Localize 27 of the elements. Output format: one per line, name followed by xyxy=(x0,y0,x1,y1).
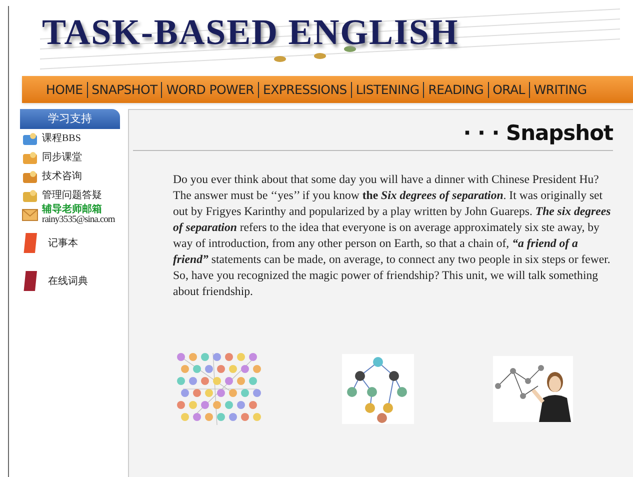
nav-link[interactable]: READING xyxy=(423,82,488,98)
nav-link[interactable]: ORAL xyxy=(488,82,529,98)
sidebar-heading: 学习支持 xyxy=(20,109,120,129)
sidebar-link[interactable]: 记事本 xyxy=(48,236,78,250)
mailbox-label: 辅导老师邮箱 xyxy=(42,204,103,214)
nav-link[interactable]: WRITING xyxy=(528,82,591,98)
nav-link[interactable]: WORD POWER xyxy=(161,82,258,98)
nav-link[interactable]: LISTENING xyxy=(350,82,424,98)
sidebar-link[interactable]: 管理问题答疑 xyxy=(42,188,102,203)
folder-icon xyxy=(22,188,38,202)
sidebar-link[interactable]: 在线词典 xyxy=(48,274,88,288)
site-title: TASK-BASED ENGLISH xyxy=(42,14,459,50)
book-icon xyxy=(22,270,38,292)
nav-link[interactable]: EXPRESSIONS xyxy=(258,82,351,98)
sidebar-link[interactable]: 技术咨询 xyxy=(42,169,82,184)
section-heading: · · · Snapshot xyxy=(463,120,613,146)
email-link[interactable]: rainy3535@sina.com xyxy=(42,214,115,226)
sidebar-link[interactable]: 同步课堂 xyxy=(42,150,82,165)
folder-icon xyxy=(22,150,38,164)
book-icon xyxy=(22,232,38,254)
nav-link[interactable]: HOME xyxy=(42,82,87,98)
intro-paragraph: Do you ever think about that some day you will have a dinner with Chinese President Hu? The answer must be ‘‘yes’’ if you know the Six degrees of separation. It was originally set out by Frigyes Karinthy and popularized by a play written by John Guareps. The six degrees of separation refers to the idea that everyone is on average approximately six ste away, by way of introduction, from any other person on Earth, so that a chain of, “a friend of a friend” statements can be made, on average, to connect any two people in six steps or fewer. So, have you recognized the magic power of friendship? This unit, we will talk something about friendship. xyxy=(173,171,612,299)
sidebar-link[interactable]: 课程BBS xyxy=(42,131,81,146)
envelope-icon xyxy=(22,208,38,220)
folder-icon xyxy=(22,170,38,184)
folder-icon xyxy=(22,132,38,146)
nav-link[interactable]: SNAPSHOT xyxy=(86,82,162,98)
